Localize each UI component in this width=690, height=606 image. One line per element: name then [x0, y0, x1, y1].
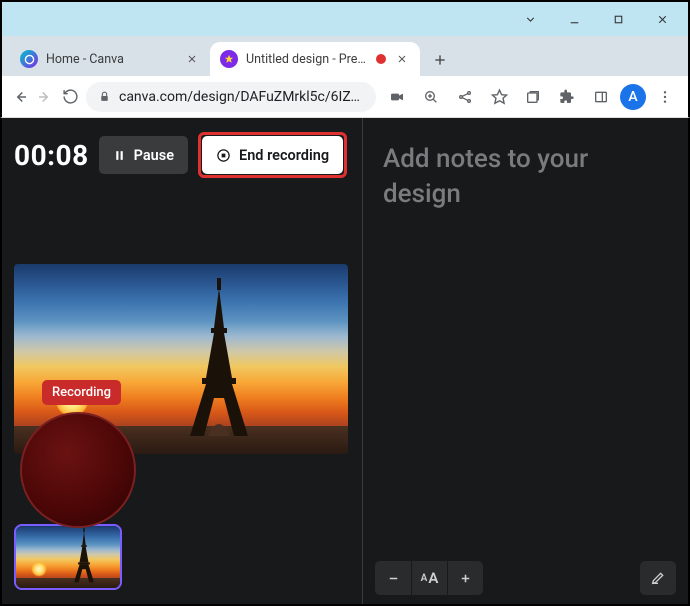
nav-forward-button[interactable] — [35, 82, 54, 112]
canva-design-favicon-icon — [220, 50, 238, 68]
recorder-controls: 00:08 Pause End recording — [14, 132, 350, 178]
slide-preview[interactable]: Recording — [14, 264, 348, 454]
tab-title: Home - Canva — [46, 52, 176, 67]
webcam-overlay[interactable] — [20, 412, 136, 528]
pause-icon — [113, 149, 126, 162]
browser-tabstrip: Home - Canva Untitled design - Prese — [0, 36, 690, 76]
recording-timer: 00:08 — [14, 139, 89, 172]
browser-toolbar: canva.com/design/DAFuZMrkl5c/6IZOHI… A — [0, 76, 690, 118]
font-increase-button[interactable] — [447, 561, 483, 595]
profile-avatar[interactable]: A — [620, 84, 646, 110]
recorder-pane: 00:08 Pause End recording — [2, 118, 362, 604]
font-decrease-button[interactable] — [375, 561, 411, 595]
lock-icon — [98, 90, 111, 103]
browser-tab-home[interactable]: Home - Canva — [10, 42, 210, 76]
new-tab-button[interactable] — [424, 44, 456, 76]
window-titlebar — [0, 0, 690, 36]
end-recording-highlight: End recording — [198, 132, 347, 178]
sidepanel-button[interactable] — [586, 82, 616, 112]
nav-back-button[interactable] — [10, 82, 29, 112]
font-large-label: A — [428, 569, 438, 587]
eiffel-tower-icon — [184, 278, 254, 438]
notes-textarea[interactable]: Add notes to your design — [363, 118, 688, 552]
bookmark-button[interactable] — [484, 82, 514, 112]
stop-icon — [216, 148, 231, 163]
browser-tab-design[interactable]: Untitled design - Prese — [210, 42, 420, 76]
tab-close-icon[interactable] — [184, 51, 200, 67]
url-text: canva.com/design/DAFuZMrkl5c/6IZOHI… — [119, 89, 364, 105]
window-close-button[interactable] — [640, 3, 684, 35]
font-small-label: A — [421, 573, 428, 584]
share-button[interactable] — [450, 82, 480, 112]
camera-indicator-icon[interactable] — [382, 82, 412, 112]
font-size-button[interactable]: A A — [411, 561, 447, 595]
canva-favicon-icon — [20, 50, 38, 68]
recording-indicator-icon — [376, 54, 386, 64]
pause-label: Pause — [134, 147, 174, 164]
edit-notes-button[interactable] — [640, 561, 676, 595]
nav-reload-button[interactable] — [61, 82, 80, 112]
slide-thumbnail[interactable] — [14, 524, 122, 590]
avatar-initial: A — [628, 89, 637, 105]
notes-toolbar: A A — [363, 552, 688, 604]
extensions-button[interactable] — [552, 82, 582, 112]
window-minimize-button[interactable] — [552, 3, 596, 35]
browser-menu-button[interactable] — [650, 82, 680, 112]
end-recording-button[interactable]: End recording — [202, 136, 343, 174]
tab-overview-button[interactable] — [518, 82, 548, 112]
tab-title: Untitled design - Prese — [246, 52, 368, 67]
end-recording-label: End recording — [239, 147, 329, 164]
tab-close-icon[interactable] — [394, 51, 410, 67]
notes-pane: Add notes to your design A A — [363, 118, 688, 604]
window-maximize-button[interactable] — [596, 3, 640, 35]
address-bar[interactable]: canva.com/design/DAFuZMrkl5c/6IZOHI… — [86, 82, 376, 112]
app-content: 00:08 Pause End recording — [0, 118, 690, 606]
pause-button[interactable]: Pause — [99, 136, 188, 174]
recording-badge: Recording — [42, 380, 121, 405]
zoom-button[interactable] — [416, 82, 446, 112]
window-dropdown-button[interactable] — [508, 3, 552, 35]
